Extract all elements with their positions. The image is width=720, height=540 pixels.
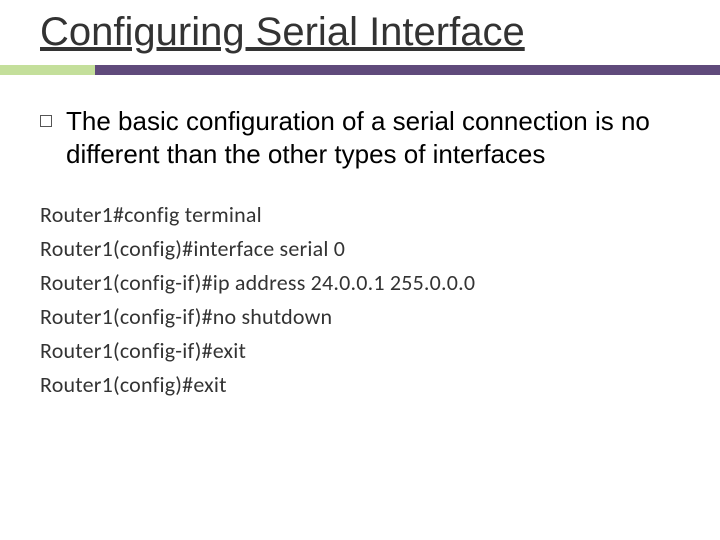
bullet-text: The basic configuration of a serial conn…: [66, 105, 680, 170]
accent-bar: [0, 65, 720, 75]
terminal-line: Router1(config-if)#no shutdown: [40, 300, 680, 334]
title-container: Configuring Serial Interface: [0, 10, 720, 59]
terminal-line: Router1(config)#exit: [40, 368, 680, 402]
slide-title: Configuring Serial Interface: [40, 10, 680, 55]
body-content: The basic configuration of a serial conn…: [0, 75, 720, 403]
terminal-line: Router1(config-if)#exit: [40, 334, 680, 368]
accent-purple-segment: [95, 65, 720, 75]
terminal-block: Router1#config terminal Router1(config)#…: [40, 198, 680, 403]
slide: Configuring Serial Interface The basic c…: [0, 0, 720, 540]
terminal-line: Router1#config terminal: [40, 198, 680, 232]
square-bullet-icon: [40, 115, 52, 127]
terminal-line: Router1(config-if)#ip address 24.0.0.1 2…: [40, 266, 680, 300]
terminal-line: Router1(config)#interface serial 0: [40, 232, 680, 266]
accent-green-segment: [0, 65, 95, 75]
bullet-item: The basic configuration of a serial conn…: [40, 105, 680, 170]
